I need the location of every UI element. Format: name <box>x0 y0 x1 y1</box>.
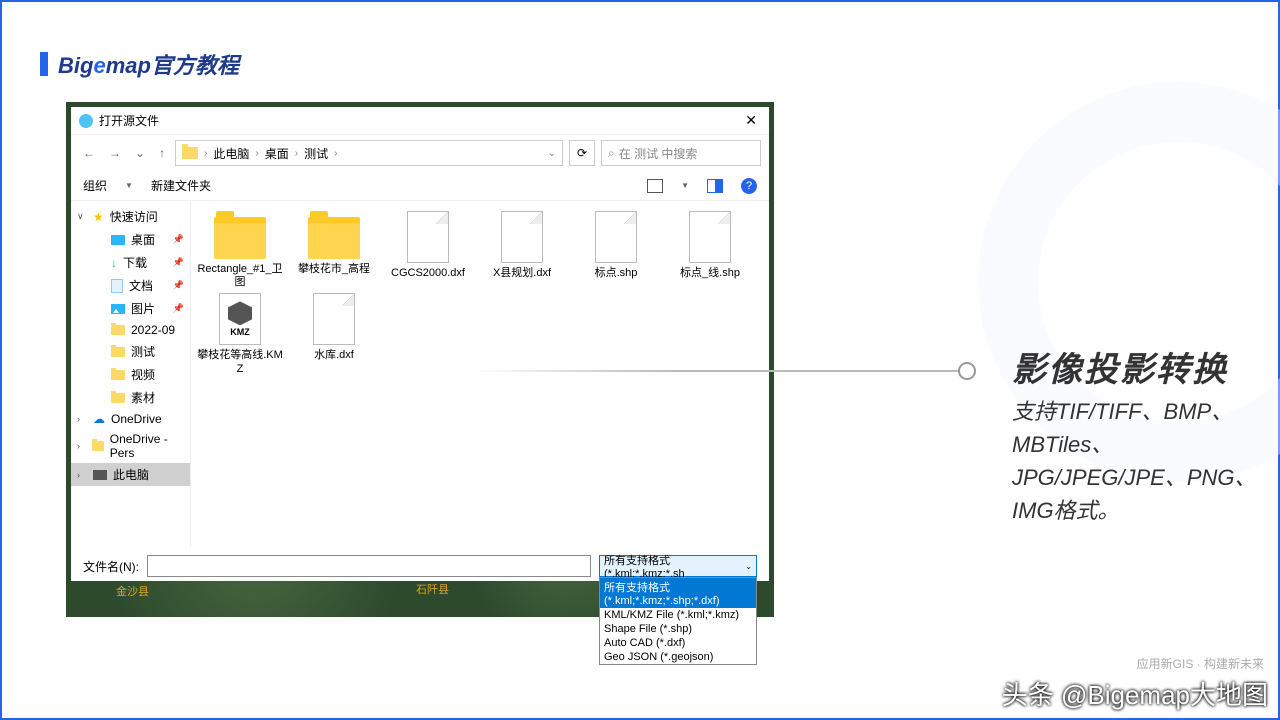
file-item[interactable]: CGCS2000.dxf <box>385 211 471 289</box>
file-item[interactable]: KMZ攀枝花等高线.KMZ <box>197 293 283 375</box>
chevron-down-icon: ⌄ <box>745 562 752 571</box>
filename-label: 文件名(N): <box>83 558 139 575</box>
file-item[interactable]: X县规划.dxf <box>479 211 565 289</box>
footer-tagline: 应用新GIS · 构建新未来 <box>1137 655 1264 672</box>
annotation-connector <box>472 370 964 372</box>
file-item[interactable]: 标点.shp <box>573 211 659 289</box>
map-label: 石阡县 <box>416 581 449 597</box>
dialog-toolbar: 组织▼ 新建文件夹 ▼ ? <box>71 171 769 201</box>
sidebar-item[interactable]: 视频 <box>71 363 190 386</box>
newfolder-button[interactable]: 新建文件夹 <box>151 177 211 194</box>
annotation-body: 支持TIF/TIFF、BMP、MBTiles、JPG/JPEG/JPE、PNG、… <box>1012 395 1280 527</box>
file-item[interactable]: 水库.dxf <box>291 293 377 375</box>
filetype-dropdown: 所有支持格式(*.kml;*.kmz;*.shp;*.dxf)KML/KMZ F… <box>599 577 757 665</box>
refresh-button[interactable]: ⟳ <box>569 140 595 166</box>
sidebar-item[interactable]: 图片📌 <box>71 297 190 320</box>
file-item[interactable]: Rectangle_#1_卫图 <box>197 211 283 289</box>
filetype-option[interactable]: Shape File (*.shp) <box>600 622 756 636</box>
close-icon[interactable]: ✕ <box>741 112 761 129</box>
file-grid: Rectangle_#1_卫图攀枝花市_高程CGCS2000.dxfX县规划.d… <box>191 201 769 547</box>
nav-fwd-icon[interactable]: → <box>105 144 125 162</box>
annotation-title: 影像投影转换 <box>1012 342 1280 391</box>
sidebar-item[interactable]: 桌面📌 <box>71 228 190 251</box>
file-open-dialog: 打开源文件 ✕ ← → ⌄ ↑ › 此电脑› 桌面› 测试› ⌄ ⟳ ⌕ 在 测… <box>71 107 769 581</box>
watermark: 头条 @Bigemap大地图 <box>1002 675 1268 712</box>
search-input[interactable]: ⌕ 在 测试 中搜索 <box>601 140 761 166</box>
filetype-option[interactable]: 所有支持格式(*.kml;*.kmz;*.shp;*.dxf) <box>600 578 756 608</box>
sidebar-item[interactable]: ∨★快速访问 <box>71 205 190 228</box>
filetype-combo[interactable]: 所有支持格式(*.kml;*.kmz;*.sh ⌄ 所有支持格式(*.kml;*… <box>599 555 757 577</box>
dialog-title: 打开源文件 <box>99 112 159 129</box>
sidebar-item[interactable]: ›OneDrive - Pers <box>71 429 190 463</box>
dialog-footer: 文件名(N): 所有支持格式(*.kml;*.kmz;*.sh ⌄ 所有支持格式… <box>71 547 769 581</box>
filetype-option[interactable]: Auto CAD (*.dxf) <box>600 636 756 650</box>
nav-back-icon[interactable]: ← <box>79 144 99 162</box>
view-mode-icon[interactable] <box>647 179 663 193</box>
sidebar-item[interactable]: 2022-09 <box>71 320 190 340</box>
app-icon <box>79 114 93 128</box>
help-icon[interactable]: ? <box>741 178 757 194</box>
search-icon: ⌕ <box>608 146 615 161</box>
sidebar-item[interactable]: ↓下载📌 <box>71 251 190 274</box>
filename-input[interactable] <box>147 555 591 577</box>
organize-button[interactable]: 组织 <box>83 177 107 194</box>
nav-recent-icon[interactable]: ⌄ <box>131 144 149 162</box>
sidebar-item[interactable]: ›此电脑 <box>71 463 190 486</box>
filetype-option[interactable]: Geo JSON (*.geojson) <box>600 650 756 664</box>
file-item[interactable]: 标点_线.shp <box>667 211 753 289</box>
map-label: 金沙县 <box>116 583 149 599</box>
filetype-option[interactable]: KML/KMZ File (*.kml;*.kmz) <box>600 608 756 622</box>
sidebar-item[interactable]: 测试 <box>71 340 190 363</box>
dialog-titlebar: 打开源文件 ✕ <box>71 107 769 135</box>
annotation-panel: 影像投影转换 支持TIF/TIFF、BMP、MBTiles、JPG/JPEG/J… <box>1012 342 1280 527</box>
sidebar-item[interactable]: 素材 <box>71 386 190 409</box>
nav-row: ← → ⌄ ↑ › 此电脑› 桌面› 测试› ⌄ ⟳ ⌕ 在 测试 中搜索 <box>71 135 769 171</box>
preview-pane-icon[interactable] <box>707 179 723 193</box>
sidebar-item[interactable]: 文档📌 <box>71 274 190 297</box>
file-item[interactable]: 攀枝花市_高程 <box>291 211 377 289</box>
page-header: Bigemap官方教程 <box>40 48 239 80</box>
nav-up-icon[interactable]: ↑ <box>155 144 169 162</box>
header-title: Bigemap官方教程 <box>58 48 239 80</box>
folder-icon <box>182 147 198 159</box>
breadcrumb[interactable]: › 此电脑› 桌面› 测试› ⌄ <box>175 140 563 166</box>
sidebar: ∨★快速访问桌面📌↓下载📌文档📌图片📌2022-09测试视频素材›☁OneDri… <box>71 201 191 547</box>
annotation-dot <box>958 362 976 380</box>
sidebar-item[interactable]: ›☁OneDrive <box>71 409 190 429</box>
header-accent <box>40 52 48 76</box>
